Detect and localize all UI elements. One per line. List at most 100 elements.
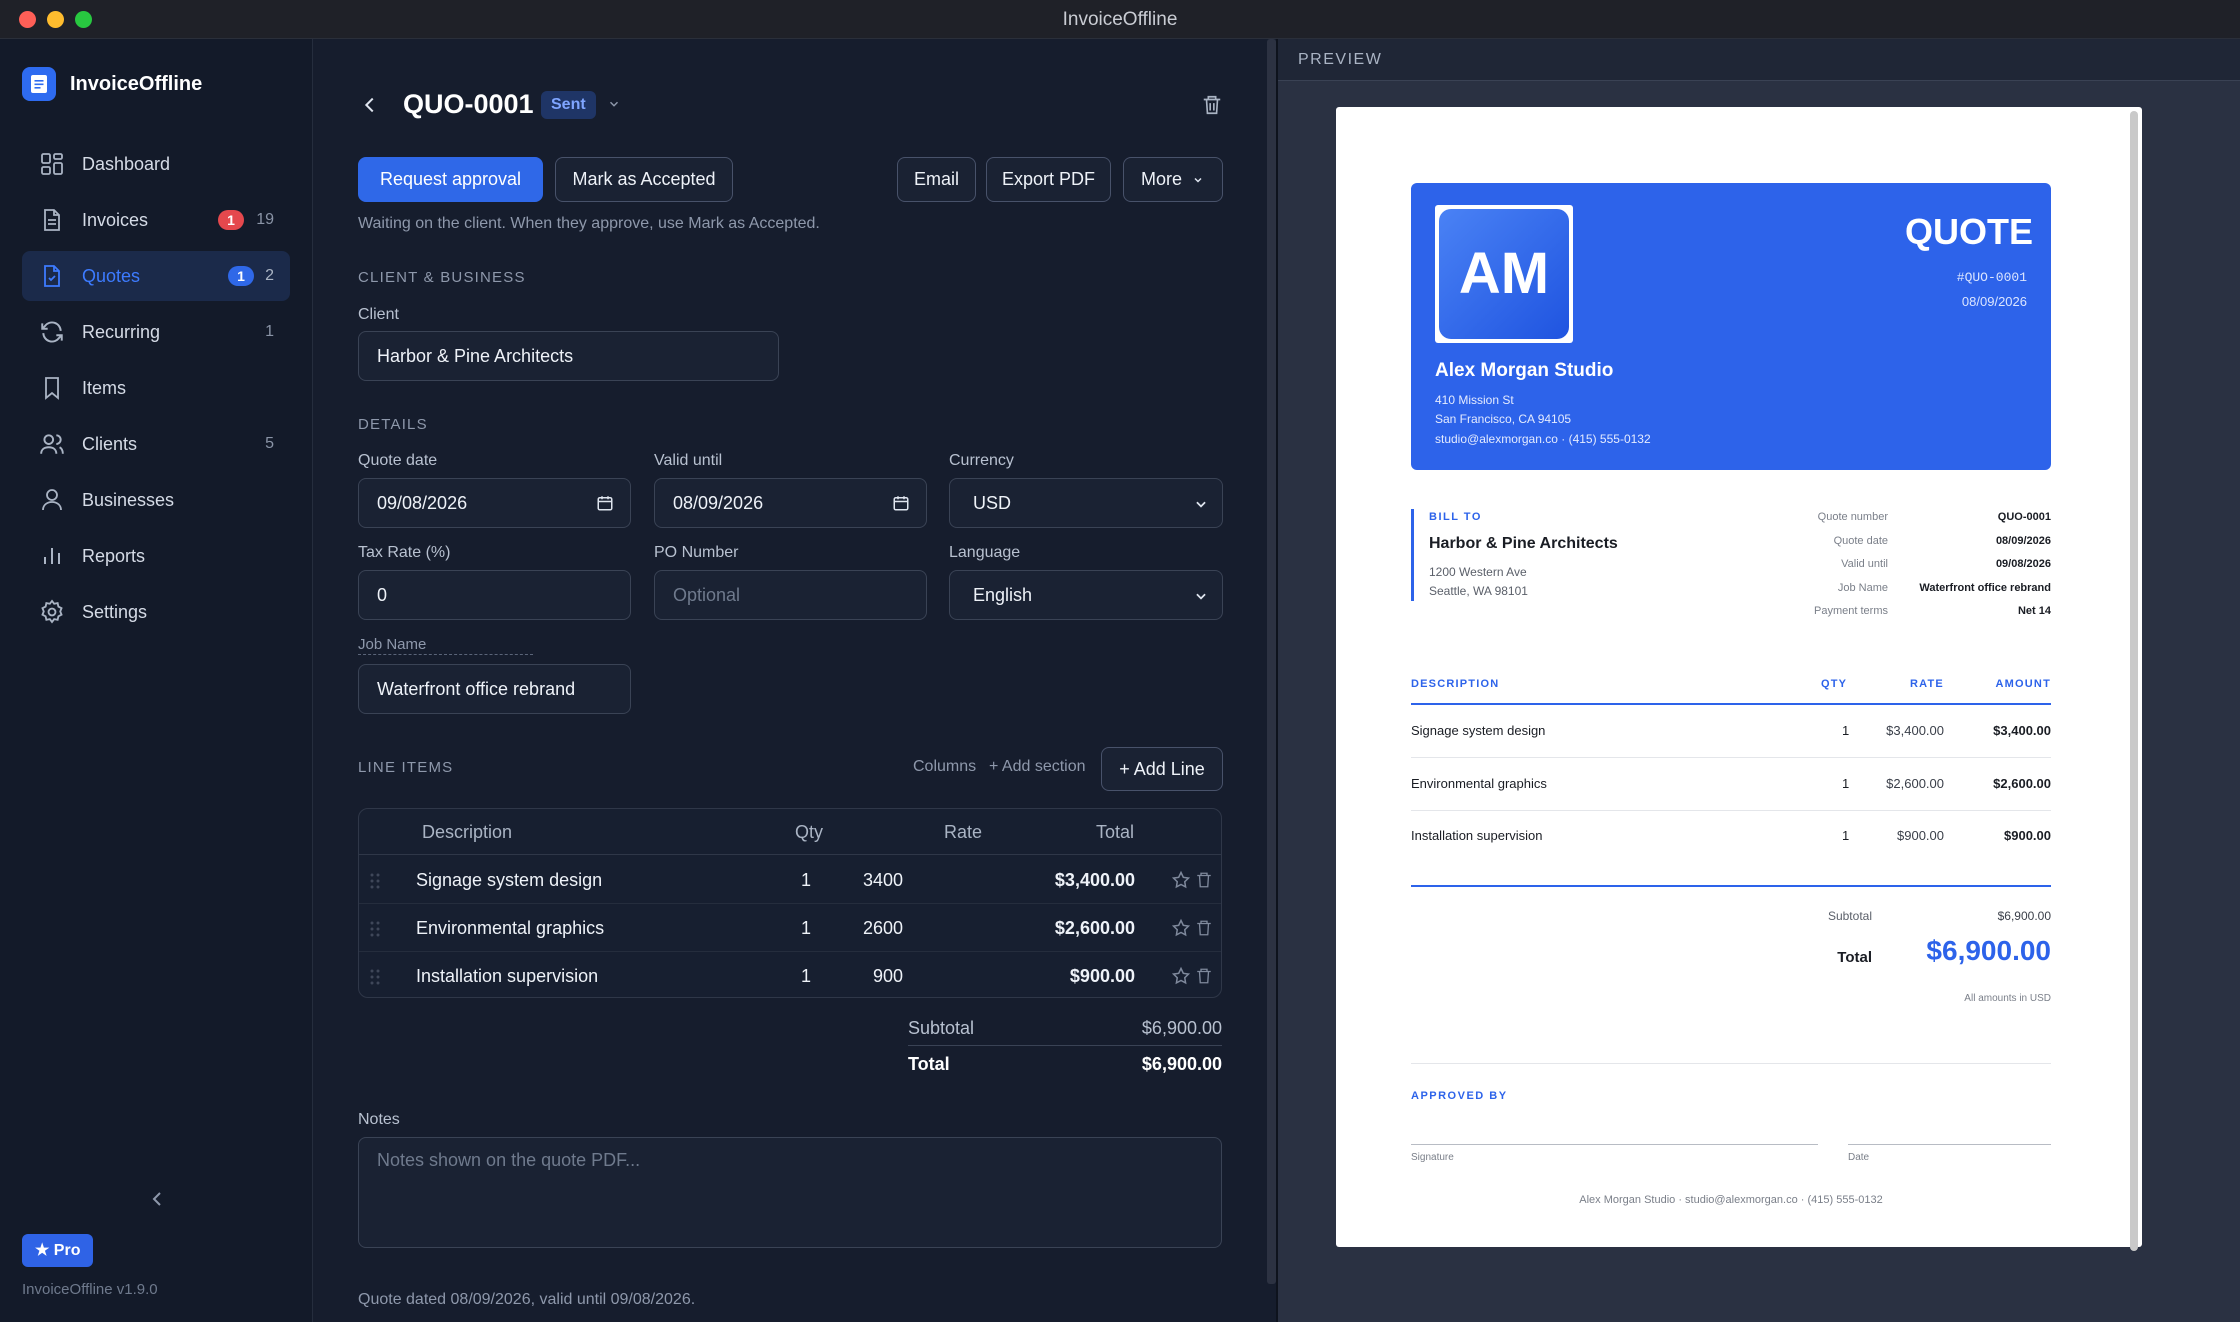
row-description[interactable]: Installation supervision <box>416 966 598 987</box>
columns-link[interactable]: Columns <box>913 758 976 776</box>
table-row[interactable]: Installation supervision 1 900 $900.00 <box>359 952 1221 1000</box>
chevron-left-icon <box>364 97 374 113</box>
delete-quote-button[interactable] <box>1201 93 1223 117</box>
item-count: 5 <box>265 435 274 452</box>
row-rate[interactable]: 3400 <box>863 870 903 891</box>
status-badge[interactable]: Sent <box>541 91 596 119</box>
sidebar-item-label: Businesses <box>82 489 175 510</box>
export-pdf-button[interactable]: Export PDF <box>986 157 1111 202</box>
language-select[interactable]: English <box>949 570 1223 620</box>
sidebar-item-clients[interactable]: Clients 5 <box>22 419 290 469</box>
document-number: #QUO-0001 <box>1956 270 2027 285</box>
table-row[interactable]: Signage system design 1 3400 $3,400.00 <box>359 856 1221 904</box>
preview-subtotal-value: $6,900.00 <box>1997 909 2051 923</box>
row-rate[interactable]: 2600 <box>863 918 903 939</box>
meta-label: Quote number <box>1817 511 1888 523</box>
preview-total-label: Total <box>1837 949 1872 966</box>
preview-row-amount: $3,400.00 <box>1993 723 2051 738</box>
more-button[interactable]: More <box>1123 157 1223 202</box>
row-qty[interactable]: 1 <box>801 966 811 987</box>
calendar-icon <box>893 496 909 511</box>
col-rate: Rate <box>944 822 983 842</box>
total-value: $6,900.00 <box>1141 1054 1222 1074</box>
sidebar-item-label: Reports <box>82 545 146 566</box>
preview-total-value: $6,900.00 <box>1926 935 2051 966</box>
sidebar-item-dashboard[interactable]: Dashboard <box>22 139 290 189</box>
user-icon <box>38 486 66 514</box>
preview-row-description: Signage system design <box>1411 723 1546 738</box>
preview-scrollbar[interactable] <box>2130 111 2138 1251</box>
calendar-icon <box>597 496 613 511</box>
table-header: Description Qty Rate Total <box>359 809 1221 855</box>
title-bar: InvoiceOffline <box>0 0 2240 39</box>
client-field[interactable]: Harbor & Pine Architects <box>358 331 779 381</box>
valid-until-label: Valid until <box>654 452 723 469</box>
status-dropdown-button[interactable] <box>607 97 621 111</box>
preview-table-header-rule <box>1411 703 2051 705</box>
business-contact: studio@alexmorgan.co · (415) 555-0132 <box>1435 432 1651 446</box>
chevron-left-icon <box>152 1192 161 1206</box>
language-label: Language <box>949 544 1021 561</box>
row-qty[interactable]: 1 <box>801 870 811 891</box>
preview-col-description: DESCRIPTION <box>1411 678 1500 690</box>
mark-accepted-button[interactable]: Mark as Accepted <box>555 157 733 202</box>
document-footer: Alex Morgan Studio · studio@alexmorgan.c… <box>1579 1194 1883 1206</box>
request-approval-button[interactable]: Request approval <box>358 157 543 202</box>
preview-row-amount: $2,600.00 <box>1993 776 2051 791</box>
po-number-field[interactable]: Optional <box>654 570 927 620</box>
drag-handle-icon <box>370 969 380 985</box>
sidebar-item-label: Clients <box>82 433 138 454</box>
sidebar-item-recurring[interactable]: Recurring 1 <box>22 307 290 357</box>
document-icon <box>38 206 66 234</box>
meta-label: Valid until <box>1841 558 1888 570</box>
sidebar-item-quotes[interactable]: Quotes 1 2 <box>22 251 290 301</box>
unread-badge: 1 <box>228 266 254 286</box>
valid-until-field[interactable]: 08/09/2026 <box>654 478 927 528</box>
quote-date-field[interactable]: 09/08/2026 <box>358 478 631 528</box>
back-button[interactable] <box>359 94 381 116</box>
row-description[interactable]: Signage system design <box>416 870 602 891</box>
bill-to-accent-bar <box>1411 509 1414 601</box>
signature-label: Signature <box>1411 1152 1454 1163</box>
add-section-link[interactable]: + Add section <box>989 758 1086 776</box>
page-title: QUO-0001 <box>403 89 534 119</box>
pro-badge-button[interactable]: ★ Pro <box>22 1234 94 1267</box>
table-row[interactable]: Environmental graphics 1 2600 $2,600.00 <box>359 904 1221 952</box>
tax-rate-field[interactable]: 0 <box>358 570 631 620</box>
client-address-line1: 1200 Western Ave <box>1429 565 1527 579</box>
app-logo-icon <box>22 67 56 101</box>
business-address-line2: San Francisco, CA 94105 <box>1435 412 1572 426</box>
row-qty[interactable]: 1 <box>801 918 811 939</box>
sidebar: InvoiceOffline Dashboard Invoices 1 19 Q… <box>0 39 313 1322</box>
sidebar-item-businesses[interactable]: Businesses <box>22 475 290 525</box>
subtotal-value: $6,900.00 <box>1141 1018 1222 1038</box>
sidebar-item-invoices[interactable]: Invoices 1 19 <box>22 195 290 245</box>
sidebar-item-settings[interactable]: Settings <box>22 587 290 637</box>
bill-to-label: BILL TO <box>1429 511 1482 523</box>
quote-editor: QUO-0001 Sent Request approval Mark as A… <box>313 39 1267 1322</box>
users-icon <box>38 430 66 458</box>
add-line-button[interactable]: + Add Line <box>1101 747 1223 791</box>
tax-rate-label: Tax Rate (%) <box>358 544 451 561</box>
logo-initials: AM <box>1439 209 1569 339</box>
sidebar-item-reports[interactable]: Reports <box>22 531 290 581</box>
col-qty: Qty <box>795 822 824 842</box>
date-line <box>1848 1144 2051 1145</box>
job-name-field[interactable]: Waterfront office rebrand <box>358 664 631 714</box>
notes-textarea[interactable]: Notes shown on the quote PDF... <box>358 1137 1222 1248</box>
row-rate[interactable]: 900 <box>873 966 903 987</box>
editor-scrollbar[interactable] <box>1267 39 1276 1284</box>
row-total: $900.00 <box>1069 966 1135 986</box>
collapse-sidebar-button[interactable] <box>146 1187 170 1211</box>
currency-note: All amounts in USD <box>1964 993 2051 1004</box>
currency-select[interactable]: USD <box>949 478 1223 528</box>
preview-row-amount: $900.00 <box>2004 828 2051 843</box>
sidebar-item-items[interactable]: Items <box>22 363 290 413</box>
item-count: 1 <box>265 323 274 340</box>
subtotal-label: Subtotal <box>908 1018 975 1038</box>
grid-icon <box>38 150 66 178</box>
row-description[interactable]: Environmental graphics <box>416 918 604 939</box>
email-button[interactable]: Email <box>897 157 976 202</box>
item-count: 19 <box>256 211 274 228</box>
trash-icon <box>1197 920 1211 936</box>
